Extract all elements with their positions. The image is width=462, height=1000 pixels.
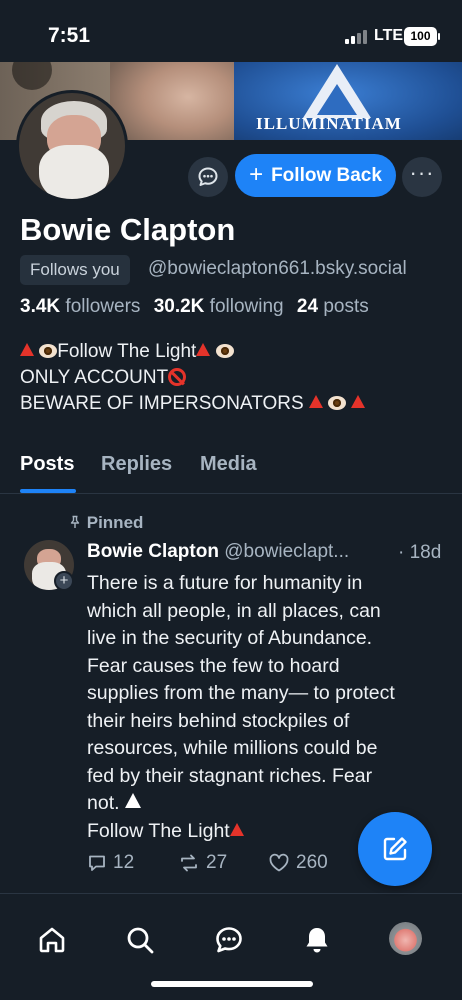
tab-replies[interactable]: Replies xyxy=(101,453,172,476)
like-button[interactable]: 260 xyxy=(268,852,328,874)
home-icon xyxy=(39,927,65,953)
compose-icon xyxy=(383,837,407,861)
post-author-handle[interactable]: @bowieclapt... xyxy=(224,541,349,562)
eye-icon xyxy=(328,396,347,410)
repost-button[interactable]: 27 xyxy=(178,852,227,874)
compose-button[interactable] xyxy=(358,812,432,886)
red-triangle-icon xyxy=(20,343,34,356)
chat-bubble-icon xyxy=(198,167,218,186)
plus-icon[interactable]: + xyxy=(54,571,74,591)
posts-stat: 24 posts xyxy=(296,296,369,317)
more-icon: ··· xyxy=(409,160,435,185)
bell-icon xyxy=(306,928,328,953)
more-button[interactable]: ··· xyxy=(402,157,442,197)
profile-bio: Follow The Light ONLY ACCOUNT BEWARE OF … xyxy=(20,339,366,417)
eye-icon xyxy=(215,344,234,358)
pin-icon xyxy=(70,515,80,528)
red-triangle-icon xyxy=(351,395,366,408)
heart-icon xyxy=(269,853,289,872)
nav-notifications[interactable] xyxy=(299,922,335,958)
status-time: 7:51 xyxy=(48,24,91,47)
back-button[interactable] xyxy=(12,62,52,90)
signal-icon xyxy=(345,30,369,44)
red-triangle-icon xyxy=(308,395,323,408)
search-icon xyxy=(127,927,154,954)
white-triangle-icon xyxy=(124,793,141,808)
red-triangle-icon xyxy=(229,822,244,836)
profile-name: Bowie Clapton xyxy=(20,212,236,247)
eye-icon xyxy=(39,344,58,358)
nav-profile-avatar[interactable] xyxy=(389,922,422,955)
repost-icon xyxy=(181,854,197,872)
pinned-label: Pinned xyxy=(68,513,143,533)
tab-posts[interactable]: Posts xyxy=(20,453,74,476)
bio-line-3: BEWARE OF IMPERSONATORS xyxy=(20,393,304,414)
follow-back-label: Follow Back xyxy=(271,164,382,186)
no-entry-icon xyxy=(168,368,187,386)
post-author-name[interactable]: Bowie Clapton xyxy=(87,541,219,562)
message-button[interactable] xyxy=(188,157,228,197)
nav-messages[interactable] xyxy=(211,922,247,958)
post-header: Bowie Clapton @bowieclapt... xyxy=(87,541,349,563)
tab-media[interactable]: Media xyxy=(200,453,257,476)
bio-line-2: ONLY ACCOUNT xyxy=(20,367,169,388)
profile-stats: 3.4K followers 30.2K following 24 posts xyxy=(20,296,369,318)
banner-photo xyxy=(110,62,240,140)
followers-stat[interactable]: 3.4K followers xyxy=(20,296,140,317)
battery-icon: 100 xyxy=(404,27,440,46)
profile-tabs: Posts Replies Media xyxy=(0,440,462,494)
profile-avatar[interactable] xyxy=(16,90,128,202)
post-body[interactable]: There is a future for humanity in which … xyxy=(87,570,432,845)
post-timestamp[interactable]: · 18d xyxy=(398,542,441,564)
follows-you-badge: Follows you xyxy=(20,255,130,285)
divider xyxy=(0,893,462,894)
plus-icon: + xyxy=(249,160,264,188)
profile-handle: @bowieclapton661.bsky.social xyxy=(148,258,407,279)
home-indicator xyxy=(151,981,313,987)
reply-icon xyxy=(89,855,105,871)
active-tab-indicator xyxy=(20,489,76,493)
network-label: LTE xyxy=(374,27,404,44)
bio-line-1: Follow The Light xyxy=(57,341,197,362)
follow-back-button[interactable]: + Follow Back xyxy=(235,154,396,197)
red-triangle-icon xyxy=(196,343,211,356)
banner-text: ILLUMINATIAM xyxy=(256,114,402,133)
bottom-nav xyxy=(0,906,462,1000)
nav-home[interactable] xyxy=(34,922,70,958)
status-bar: 7:51 LTE 100 xyxy=(0,0,462,62)
reply-button[interactable]: 12 xyxy=(87,852,134,874)
messages-icon xyxy=(216,927,242,953)
following-stat[interactable]: 30.2K following xyxy=(154,296,284,317)
nav-search[interactable] xyxy=(122,922,158,958)
